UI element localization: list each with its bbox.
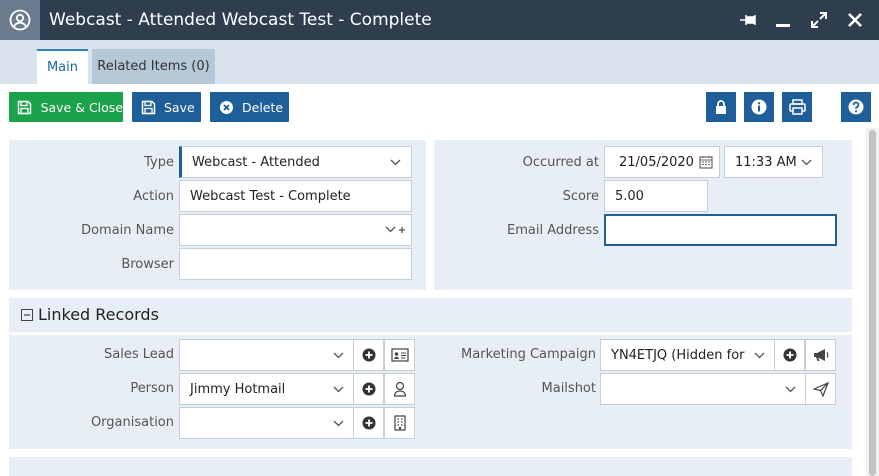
save-close-label: Save & Close (40, 99, 123, 115)
save-icon (140, 99, 156, 115)
occurred-at-time-select[interactable]: 11:33 AM (724, 146, 823, 178)
scrollbar-thumb[interactable] (869, 130, 876, 476)
type-select[interactable]: Webcast - Attended (179, 146, 412, 178)
browser-label: Browser (121, 257, 174, 272)
score-value: 5.00 (615, 188, 644, 204)
lock-icon[interactable] (706, 92, 736, 122)
details-panel-right: Occurred at 21/05/2020 11:33 AM Score 5.… (434, 140, 852, 290)
domain-name-select[interactable] (179, 214, 412, 246)
toolbar: Save & Close Save Delete (0, 84, 879, 128)
save-label: Save (164, 99, 195, 115)
delete-button[interactable]: Delete (210, 92, 289, 122)
action-label: Action (133, 189, 174, 204)
browser-input[interactable] (179, 248, 412, 280)
vertical-scrollbar[interactable] (866, 128, 879, 476)
marketing-campaign-value: YN4ETJQ (Hidden for I (611, 347, 749, 363)
organisation-label: Organisation (90, 415, 174, 430)
organisation-select[interactable] (179, 407, 354, 439)
chevron-down-icon (754, 340, 765, 370)
add-organisation-button[interactable] (353, 407, 384, 439)
organisation-open-button[interactable] (384, 407, 415, 439)
add-person-button[interactable] (353, 373, 384, 405)
next-section-panel (9, 457, 852, 476)
chevron-down-icon (333, 374, 344, 404)
calendar-icon[interactable] (699, 147, 713, 177)
close-icon[interactable] (841, 0, 869, 40)
add-marketing-campaign-button[interactable] (774, 339, 805, 371)
user-icon[interactable] (0, 0, 40, 40)
minimize-icon[interactable] (769, 0, 797, 40)
mailshot-label: Mailshot (541, 381, 596, 396)
action-input[interactable]: Webcast Test - Complete (179, 180, 412, 212)
marketing-campaign-select[interactable]: YN4ETJQ (Hidden for I (600, 339, 775, 371)
marketing-campaign-label: Marketing Campaign (461, 347, 596, 362)
chevron-down-icon (801, 147, 812, 177)
info-icon[interactable] (744, 92, 774, 122)
chevron-down-icon (333, 340, 344, 370)
linked-records-header[interactable]: Linked Records (9, 298, 852, 332)
person-label: Person (130, 381, 174, 396)
email-address-label: Email Address (507, 223, 599, 238)
occurred-at-date-value: 21/05/2020 (619, 154, 694, 170)
linked-records-panel: Sales Lead Person Jimmy Hotmail Organisa… (9, 335, 852, 449)
score-input[interactable]: 5.00 (604, 180, 708, 212)
tab-main[interactable]: Main (37, 49, 88, 84)
delete-icon (218, 99, 234, 115)
add-sales-lead-button[interactable] (353, 339, 384, 371)
maximize-icon[interactable] (805, 0, 833, 40)
send-icon (812, 381, 829, 397)
sales-lead-label: Sales Lead (104, 347, 174, 362)
person-icon (393, 381, 406, 397)
email-address-input[interactable] (604, 214, 837, 246)
tab-strip: Main Related Items (0) (0, 40, 879, 84)
type-label: Type (144, 155, 174, 170)
window-titlebar: Webcast - Attended Webcast Test - Comple… (0, 0, 879, 40)
action-value: Webcast Test - Complete (190, 188, 351, 204)
occurred-at-time-value: 11:33 AM (735, 154, 797, 170)
sales-lead-card-button[interactable] (384, 339, 415, 371)
person-open-button[interactable] (384, 373, 415, 405)
sales-lead-select[interactable] (179, 339, 354, 371)
details-panel-left: Type Webcast - Attended Action Webcast T… (9, 140, 426, 290)
score-label: Score (562, 189, 599, 204)
linked-records-title: Linked Records (38, 305, 159, 324)
type-value: Webcast - Attended (192, 154, 320, 170)
add-icon (362, 348, 375, 362)
chevron-down-icon (333, 408, 344, 438)
add-icon (783, 348, 796, 362)
add-icon (362, 382, 375, 396)
occurred-at-label: Occurred at (522, 155, 599, 170)
collapse-icon[interactable] (21, 309, 33, 321)
person-value: Jimmy Hotmail (190, 381, 286, 397)
chevron-down-icon (390, 147, 401, 177)
building-icon (393, 415, 406, 431)
save-close-button[interactable]: Save & Close (9, 92, 123, 122)
add-icon (362, 416, 375, 430)
window-title: Webcast - Attended Webcast Test - Comple… (49, 10, 432, 30)
occurred-at-date-input[interactable]: 21/05/2020 (604, 146, 720, 178)
chevron-down-plus-icon (385, 215, 405, 245)
save-icon (17, 99, 33, 115)
megaphone-icon (813, 349, 828, 361)
contact-card-icon (390, 348, 409, 362)
delete-label: Delete (242, 99, 284, 115)
tab-related-items[interactable]: Related Items (0) (92, 49, 215, 84)
chevron-down-icon (785, 374, 796, 404)
mailshot-select[interactable] (600, 373, 806, 405)
print-icon[interactable] (782, 92, 812, 122)
help-icon[interactable] (841, 92, 871, 122)
save-button[interactable]: Save (132, 92, 201, 122)
person-select[interactable]: Jimmy Hotmail (179, 373, 354, 405)
domain-name-label: Domain Name (81, 223, 174, 238)
pin-icon[interactable] (734, 0, 762, 40)
mailshot-open-button[interactable] (805, 373, 836, 405)
marketing-campaign-open-button[interactable] (805, 339, 836, 371)
